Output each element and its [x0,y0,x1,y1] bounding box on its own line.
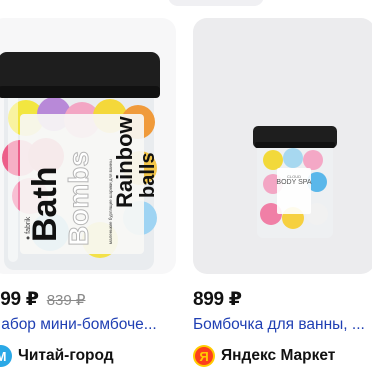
seller[interactable]: Я Яндекс Маркет [193,345,335,367]
yandex-market-logo-icon: Я [193,345,215,367]
product-image[interactable]: Bath Bombs Rainbow balls ● fabrik малень… [0,18,176,274]
price: 899 ₽ [193,289,242,310]
bath-bombs-jar-illustration: Bath Bombs Rainbow balls ● fabrik малень… [0,52,160,270]
price-row: 699 ₽ 839 ₽ [0,288,85,311]
price-row: 899 ₽ [193,288,242,311]
jar-brand: CLOUD [287,174,301,179]
jar-brand: ● fabrik [25,216,32,240]
product-title-link[interactable]: Бомбочка для ванны, ... [193,316,368,334]
old-price: 839 ₽ [46,292,86,309]
seller-name: Читай-город [18,347,114,364]
seller-name: Яндекс Маркет [221,347,336,364]
jar-note: маленькие бурлящие шарики для ванны [108,159,113,244]
product-title-link[interactable]: Набор мини-бомбоче... [0,316,165,334]
jar-label-rainbow: Rainbow [112,115,137,208]
body-spa-jar-illustration: BODY SPA CLOUD [253,126,337,238]
price: 699 ₽ [0,289,39,310]
seller[interactable]: М Читай-город [0,345,114,367]
jar-label-bombs: Bombs [63,151,94,246]
jar-label-balls: balls [137,152,159,198]
top-filter-pill[interactable] [168,0,264,6]
product-image[interactable]: BODY SPA CLOUD [193,18,372,274]
jar-label-body-spa: BODY SPA [276,179,311,186]
chitai-gorod-logo-icon: М [0,345,12,367]
